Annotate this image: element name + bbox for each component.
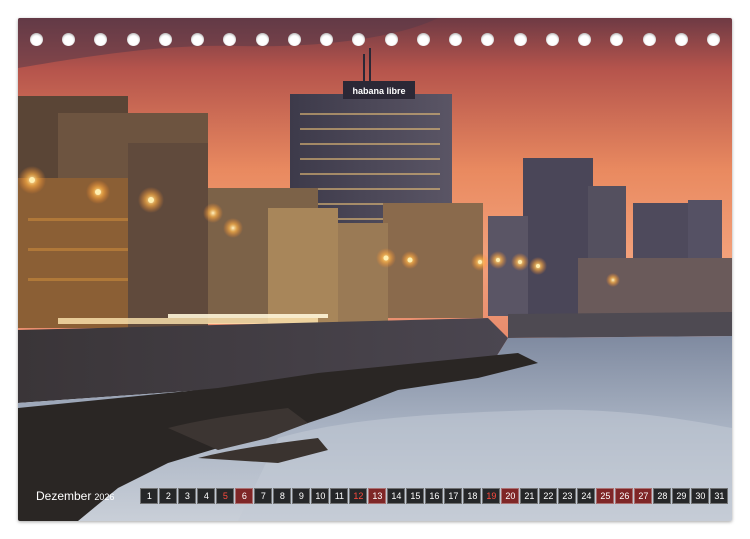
binding-hole [62, 33, 75, 46]
day-cell: 3 [178, 488, 197, 504]
day-cell: 20 [501, 488, 520, 504]
day-cell: 21 [520, 488, 539, 504]
year-label: 2026 [94, 491, 115, 502]
day-cell: 2 [159, 488, 178, 504]
day-cell: 14 [387, 488, 406, 504]
day-cell: 28 [653, 488, 672, 504]
binding-hole [481, 33, 494, 46]
binding-hole [546, 33, 559, 46]
spiral-binding [30, 33, 720, 47]
binding-hole [159, 33, 172, 46]
day-cell: 5 [216, 488, 235, 504]
day-cell: 11 [330, 488, 349, 504]
binding-hole [256, 33, 269, 46]
binding-hole [417, 33, 430, 46]
binding-hole [320, 33, 333, 46]
binding-hole [223, 33, 236, 46]
day-cell: 25 [596, 488, 615, 504]
month-calendar-strip: Dezember 2026 1 2 3 4 5 6 7 8 9 10 11 12 13 14 15 16 17 18… [36, 486, 729, 506]
day-cell: 17 [444, 488, 463, 504]
month-label: Dezember 2026 [36, 488, 114, 505]
day-cell: 29 [672, 488, 691, 504]
malecon-havana-photo: habana libre [18, 18, 732, 521]
binding-hole [514, 33, 527, 46]
binding-hole [610, 33, 623, 46]
calendar-page: habana libre Dezember 2026 1 2 3 4 5 6 7… [0, 0, 750, 539]
binding-hole [127, 33, 140, 46]
day-cell: 1 [140, 488, 159, 504]
day-cell: 13 [368, 488, 387, 504]
day-cell: 22 [539, 488, 558, 504]
day-cell: 9 [292, 488, 311, 504]
day-cell: 6 [235, 488, 254, 504]
day-cell: 24 [577, 488, 596, 504]
day-cell: 4 [197, 488, 216, 504]
binding-hole [352, 33, 365, 46]
day-cell: 27 [634, 488, 653, 504]
binding-hole [707, 33, 720, 46]
binding-hole [578, 33, 591, 46]
month-name: Dezember [36, 488, 92, 503]
day-cell: 19 [482, 488, 501, 504]
day-cell: 31 [710, 488, 729, 504]
binding-hole [191, 33, 204, 46]
day-cells: 1 2 3 4 5 6 7 8 9 10 11 12 13 14 15 16 17 18 19 20 21 22 23 24 2… [140, 488, 729, 504]
calendar-photo: habana libre [18, 18, 732, 521]
day-cell: 12 [349, 488, 368, 504]
day-cell: 18 [463, 488, 482, 504]
day-cell: 10 [311, 488, 330, 504]
binding-hole [675, 33, 688, 46]
binding-hole [385, 33, 398, 46]
binding-hole [288, 33, 301, 46]
day-cell: 8 [273, 488, 292, 504]
day-cell: 16 [425, 488, 444, 504]
day-cell: 15 [406, 488, 425, 504]
binding-hole [30, 33, 43, 46]
day-cell: 30 [691, 488, 710, 504]
day-cell: 26 [615, 488, 634, 504]
hotel-sign: habana libre [352, 86, 405, 96]
binding-hole [643, 33, 656, 46]
day-cell: 7 [254, 488, 273, 504]
day-cell: 23 [558, 488, 577, 504]
binding-hole [449, 33, 462, 46]
binding-hole [94, 33, 107, 46]
